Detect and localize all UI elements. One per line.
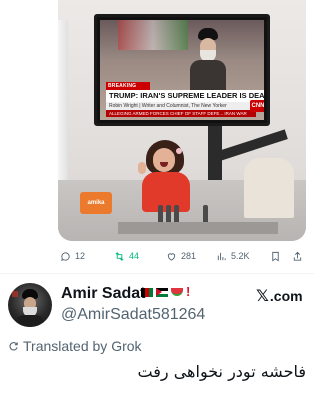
bookmark-icon bbox=[272, 251, 279, 261]
product-bottle bbox=[166, 205, 171, 223]
tweet-media-photo[interactable]: BREAKING NEWS TRUMP: IRAN'S SUPREME LEAD… bbox=[58, 0, 306, 241]
retweet-button[interactable]: 44 bbox=[114, 251, 139, 262]
reply-count: 12 bbox=[75, 251, 86, 261]
like-count: 281 bbox=[181, 251, 197, 261]
tweet-action-bar: 12 44 281 5.2K bbox=[58, 248, 306, 264]
author-handle[interactable]: @AmirSadat581264 bbox=[61, 306, 205, 324]
watermelon-icon bbox=[171, 288, 183, 296]
analytics-icon bbox=[217, 252, 226, 260]
author-name-emojis: ! bbox=[141, 284, 191, 299]
heart-icon bbox=[167, 252, 176, 261]
tv-byline: Robin Wright | Writer and Columnist, The… bbox=[106, 102, 256, 110]
person-right bbox=[244, 158, 294, 218]
share-icon bbox=[293, 251, 302, 261]
x-com-logo[interactable]: 𝕏 .com bbox=[256, 286, 303, 306]
product-bottle bbox=[203, 205, 208, 223]
like-button[interactable]: 281 bbox=[166, 251, 196, 262]
woman-celebrating bbox=[138, 140, 196, 215]
bookmark-button[interactable] bbox=[270, 251, 281, 262]
product-bottle bbox=[174, 205, 179, 223]
x-com-label: .com bbox=[269, 288, 303, 304]
grok-icon bbox=[9, 341, 18, 350]
views-button[interactable]: 5.2K bbox=[216, 251, 250, 262]
reply-button[interactable]: 12 bbox=[60, 251, 85, 262]
retweet-count: 44 bbox=[129, 251, 140, 261]
television: BREAKING NEWS TRUMP: IRAN'S SUPREME LEAD… bbox=[94, 14, 270, 126]
tweet-card: BREAKING NEWS TRUMP: IRAN'S SUPREME LEAD… bbox=[0, 0, 314, 400]
product-bag: amika bbox=[80, 192, 112, 214]
tv-flag-backdrop bbox=[118, 20, 188, 50]
tv-screen: BREAKING NEWS TRUMP: IRAN'S SUPREME LEAD… bbox=[100, 20, 264, 120]
author-avatar[interactable] bbox=[8, 283, 52, 327]
flag-afghanistan-icon bbox=[141, 287, 153, 297]
counter-tray bbox=[118, 222, 278, 234]
red-exclamation-icon: ! bbox=[186, 284, 191, 299]
cnn-logo: CNN bbox=[250, 100, 264, 112]
translated-label: Translated by Grok bbox=[23, 338, 142, 354]
x-logo-icon: 𝕏 bbox=[256, 288, 269, 305]
breaking-news-banner: BREAKING NEWS bbox=[106, 82, 150, 97]
share-button[interactable] bbox=[292, 251, 303, 262]
retweet-icon bbox=[115, 251, 124, 261]
flag-palestine-icon bbox=[156, 287, 168, 297]
divider bbox=[0, 273, 314, 274]
tv-ticker: ALLEGING ARMED FORCES CHIEF OF STAFF DEF… bbox=[106, 110, 256, 117]
tv-headline: TRUMP: IRAN'S SUPREME LEADER IS DEAD bbox=[106, 90, 264, 102]
translated-by-grok[interactable]: Translated by Grok bbox=[8, 338, 142, 354]
tv-person bbox=[188, 28, 228, 90]
reply-icon bbox=[61, 251, 70, 261]
author-name[interactable]: Amir Sadat bbox=[61, 285, 145, 303]
views-count: 5.2K bbox=[231, 251, 250, 261]
tweet-body-text: فاحشه تودر نخواهی رفت bbox=[137, 362, 306, 381]
product-bottle bbox=[158, 205, 163, 223]
